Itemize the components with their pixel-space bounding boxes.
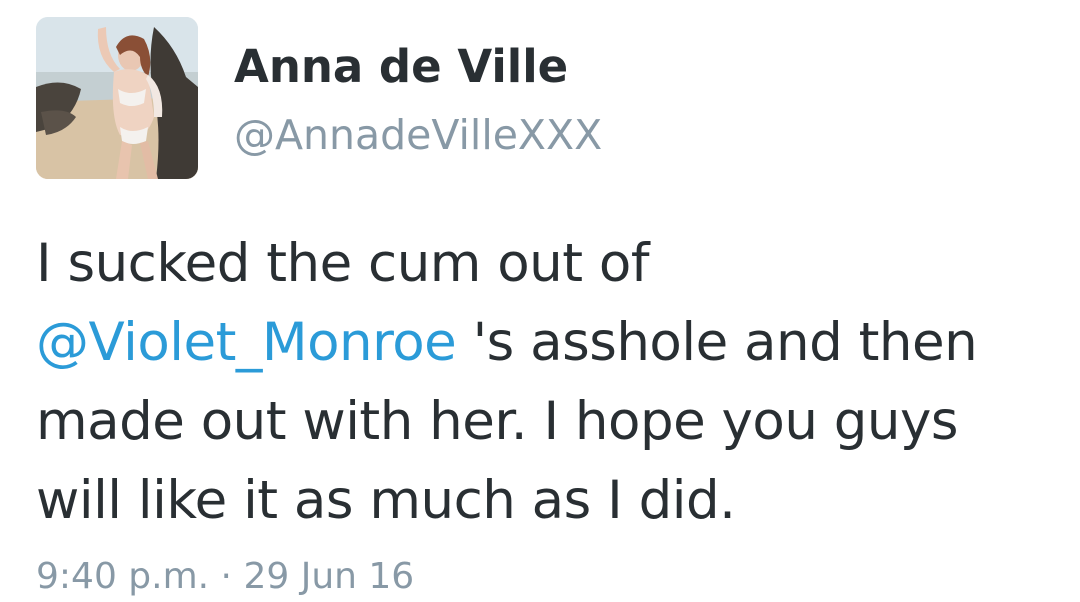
- tweet-timestamp[interactable]: 9:40 p.m. · 29 Jun 16: [36, 552, 414, 602]
- tweet-date: 29 Jun 16: [243, 556, 415, 597]
- timestamp-separator: ·: [220, 556, 232, 597]
- tweet-text-start: I sucked the cum out of: [36, 233, 649, 294]
- mention-link[interactable]: @Violet_Monroe: [36, 312, 457, 373]
- avatar-photo: [36, 17, 198, 179]
- tweet-time: 9:40 p.m.: [36, 556, 210, 597]
- author-handle[interactable]: @AnnadeVilleXXX: [234, 107, 602, 163]
- tweet-card: Anna de Ville @AnnadeVilleXXX I sucked t…: [0, 0, 1080, 602]
- author-info: Anna de Ville @AnnadeVilleXXX: [234, 37, 602, 163]
- author-display-name[interactable]: Anna de Ville: [234, 37, 602, 97]
- avatar[interactable]: [36, 17, 198, 179]
- tweet-header: Anna de Ville @AnnadeVilleXXX: [36, 17, 1036, 179]
- tweet-text: I sucked the cum out of @Violet_Monroe '…: [36, 224, 1046, 540]
